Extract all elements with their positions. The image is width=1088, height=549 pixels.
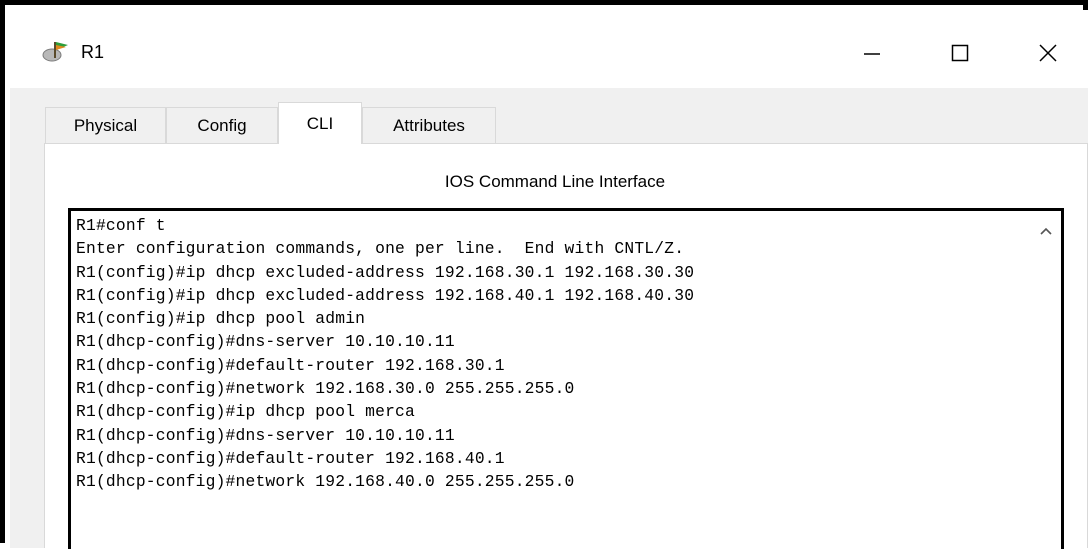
cli-heading: IOS Command Line Interface bbox=[444, 172, 666, 191]
tab-label: Config bbox=[197, 115, 247, 135]
tab-label: CLI bbox=[306, 113, 334, 133]
terminal-line: Enter configuration commands, one per li… bbox=[76, 239, 685, 259]
window-title: R1 bbox=[81, 42, 105, 62]
maximize-icon bbox=[951, 44, 969, 62]
cli-terminal[interactable]: R1#conf t Enter configuration commands, … bbox=[68, 208, 1064, 549]
scroll-up-arrow-icon[interactable] bbox=[1039, 223, 1053, 235]
tab-config[interactable]: Config bbox=[166, 107, 278, 143]
terminal-line: R1(dhcp-config)#default-router 192.168.3… bbox=[76, 355, 505, 375]
tab-label: Physical bbox=[73, 115, 138, 135]
window-client-area: Physical Config CLI Attributes IOS Comma… bbox=[10, 88, 1088, 549]
minimize-icon bbox=[864, 53, 880, 55]
minimize-button[interactable] bbox=[842, 32, 902, 74]
window-frame: R1 Physical Config CLI Attributes IOS Co… bbox=[0, 0, 1088, 549]
terminal-line: R1(dhcp-config)#ip dhcp pool merca bbox=[76, 402, 415, 422]
terminal-line: R1#conf t bbox=[76, 216, 166, 235]
tab-attributes[interactable]: Attributes bbox=[362, 107, 496, 143]
title-bar: R1 bbox=[10, 10, 1088, 88]
close-button[interactable] bbox=[1018, 32, 1078, 74]
terminal-line: R1(config)#ip dhcp pool admin bbox=[76, 309, 366, 329]
terminal-line: R1(dhcp-config)#network 192.168.30.0 255… bbox=[76, 379, 575, 399]
terminal-line: R1(config)#ip dhcp excluded-address 192.… bbox=[76, 262, 695, 282]
terminal-output: R1#conf t Enter configuration commands, … bbox=[76, 214, 694, 494]
terminal-line: R1(config)#ip dhcp excluded-address 192.… bbox=[76, 285, 695, 305]
terminal-line: R1(dhcp-config)#dns-server 10.10.10.11 bbox=[76, 332, 455, 352]
tab-physical[interactable]: Physical bbox=[45, 107, 166, 143]
maximize-button[interactable] bbox=[930, 32, 990, 74]
terminal-line: R1(dhcp-config)#default-router 192.168.4… bbox=[76, 448, 505, 468]
terminal-line: R1(dhcp-config)#dns-server 10.10.10.11 bbox=[76, 425, 455, 445]
close-icon bbox=[1039, 44, 1057, 62]
terminal-line: R1(dhcp-config)#network 192.168.40.0 255… bbox=[76, 472, 575, 492]
tab-label: Attributes bbox=[393, 115, 465, 135]
cli-panel: IOS Command Line Interface R1#conf t Ent… bbox=[44, 143, 1088, 549]
router-icon bbox=[42, 40, 70, 64]
tab-cli[interactable]: CLI bbox=[278, 102, 362, 144]
